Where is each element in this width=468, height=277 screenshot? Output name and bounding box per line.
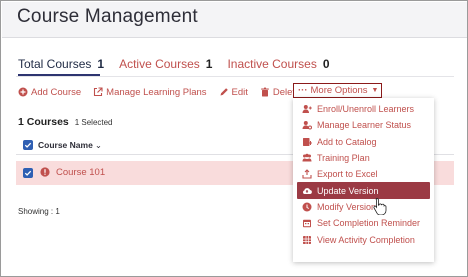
- menu-item-label: Set Completion Reminder: [317, 218, 421, 229]
- menu-item-update-version[interactable]: Update Version: [297, 182, 430, 199]
- menu-item-training-plan[interactable]: Training Plan: [293, 150, 434, 166]
- cloud-upload-icon: [303, 187, 312, 194]
- ellipsis-icon: ···: [298, 85, 308, 96]
- tab-inactive-courses[interactable]: Inactive Courses 0: [227, 57, 329, 75]
- course-count: 1 Courses 1 Selected: [18, 116, 113, 128]
- page-title: Course Management: [17, 6, 198, 27]
- menu-item-label: View Activity Completion: [317, 234, 415, 245]
- tab-bar: Total Courses 1 Active Courses 1 Inactiv…: [18, 57, 345, 75]
- alert-icon: [40, 167, 50, 177]
- menu-item-label: Training Plan: [317, 153, 370, 164]
- column-header-course-name[interactable]: Course Name ⌄: [38, 140, 102, 151]
- tab-active-courses[interactable]: Active Courses 1: [119, 57, 212, 75]
- tab-label: Active Courses: [119, 57, 200, 71]
- more-options-menu: Enroll/Unenroll Learners Manage Learner …: [293, 98, 434, 262]
- pencil-icon: [220, 88, 228, 96]
- user-plus-icon: [302, 105, 312, 114]
- menu-item-modify-version[interactable]: Modify Version: [293, 199, 434, 215]
- tab-count: 0: [322, 57, 330, 71]
- edit-button[interactable]: Edit: [219, 87, 248, 98]
- menu-item-label: Manage Learner Status: [317, 120, 412, 131]
- menu-item-add-to-catalog[interactable]: Add to Catalog: [293, 134, 434, 150]
- edit-label: Edit: [231, 86, 248, 98]
- check-icon: [24, 142, 32, 148]
- course-name-link[interactable]: Course 101: [56, 167, 105, 178]
- menu-item-label: Add to Catalog: [317, 136, 377, 147]
- menu-item-view-activity-completion[interactable]: View Activity Completion: [293, 231, 434, 247]
- more-options-label: More Options: [310, 85, 368, 96]
- add-course-label: Add Course: [31, 86, 82, 98]
- menu-item-label: Enroll/Unenroll Learners: [317, 104, 415, 115]
- chevron-down-icon: ⌄: [94, 140, 102, 150]
- menu-item-enroll-unenroll-learners[interactable]: Enroll/Unenroll Learners: [293, 101, 434, 117]
- window: Course Management Total Courses 1 Active…: [0, 0, 468, 277]
- tab-count: 1: [97, 57, 105, 71]
- page-header: Course Management: [2, 2, 467, 38]
- external-link-icon: [94, 87, 103, 97]
- tab-divider: [16, 76, 454, 77]
- manage-learning-plans-button[interactable]: Manage Learning Plans: [93, 86, 207, 98]
- more-options-button[interactable]: ··· More Options ▼: [293, 83, 382, 98]
- catalog-add-icon: [303, 137, 312, 146]
- menu-item-label: Modify Version: [317, 201, 377, 212]
- tab-count: 1: [205, 57, 213, 71]
- toolbar: Add Course Manage Learning Plans Edit De…: [18, 85, 312, 99]
- caret-down-icon: ▼: [371, 87, 379, 94]
- trash-icon: [261, 87, 269, 97]
- add-course-button[interactable]: Add Course: [18, 87, 81, 98]
- menu-item-set-completion-reminder[interactable]: Set Completion Reminder: [293, 215, 434, 231]
- plus-circle-icon: [18, 87, 28, 97]
- menu-item-label: Export to Excel: [317, 169, 378, 180]
- menu-item-export-to-excel[interactable]: Export to Excel: [293, 166, 434, 182]
- manage-learning-plans-label: Manage Learning Plans: [106, 86, 207, 98]
- column-header-label: Course Name: [38, 140, 93, 150]
- modify-version-icon: [302, 202, 312, 212]
- selected-count-label: 1 Selected: [74, 118, 113, 127]
- hand-pointer-icon: [373, 198, 387, 215]
- check-icon: [24, 170, 32, 176]
- tab-label: Inactive Courses: [227, 57, 317, 71]
- tab-label: Total Courses: [18, 57, 92, 71]
- showing-count: Showing : 1: [18, 207, 60, 216]
- select-all-checkbox[interactable]: [23, 140, 33, 150]
- menu-item-label: Update Version: [317, 185, 379, 196]
- grid-icon: [303, 235, 311, 244]
- row-checkbox[interactable]: [23, 168, 33, 178]
- menu-item-manage-learner-status[interactable]: Manage Learner Status: [293, 117, 434, 133]
- user-gear-icon: [302, 121, 312, 130]
- total-count-label: 1 Courses: [18, 116, 69, 128]
- calendar-icon: [303, 220, 311, 228]
- tab-total-courses[interactable]: Total Courses 1: [18, 57, 104, 75]
- export-icon: [302, 169, 312, 179]
- people-icon: [302, 153, 312, 162]
